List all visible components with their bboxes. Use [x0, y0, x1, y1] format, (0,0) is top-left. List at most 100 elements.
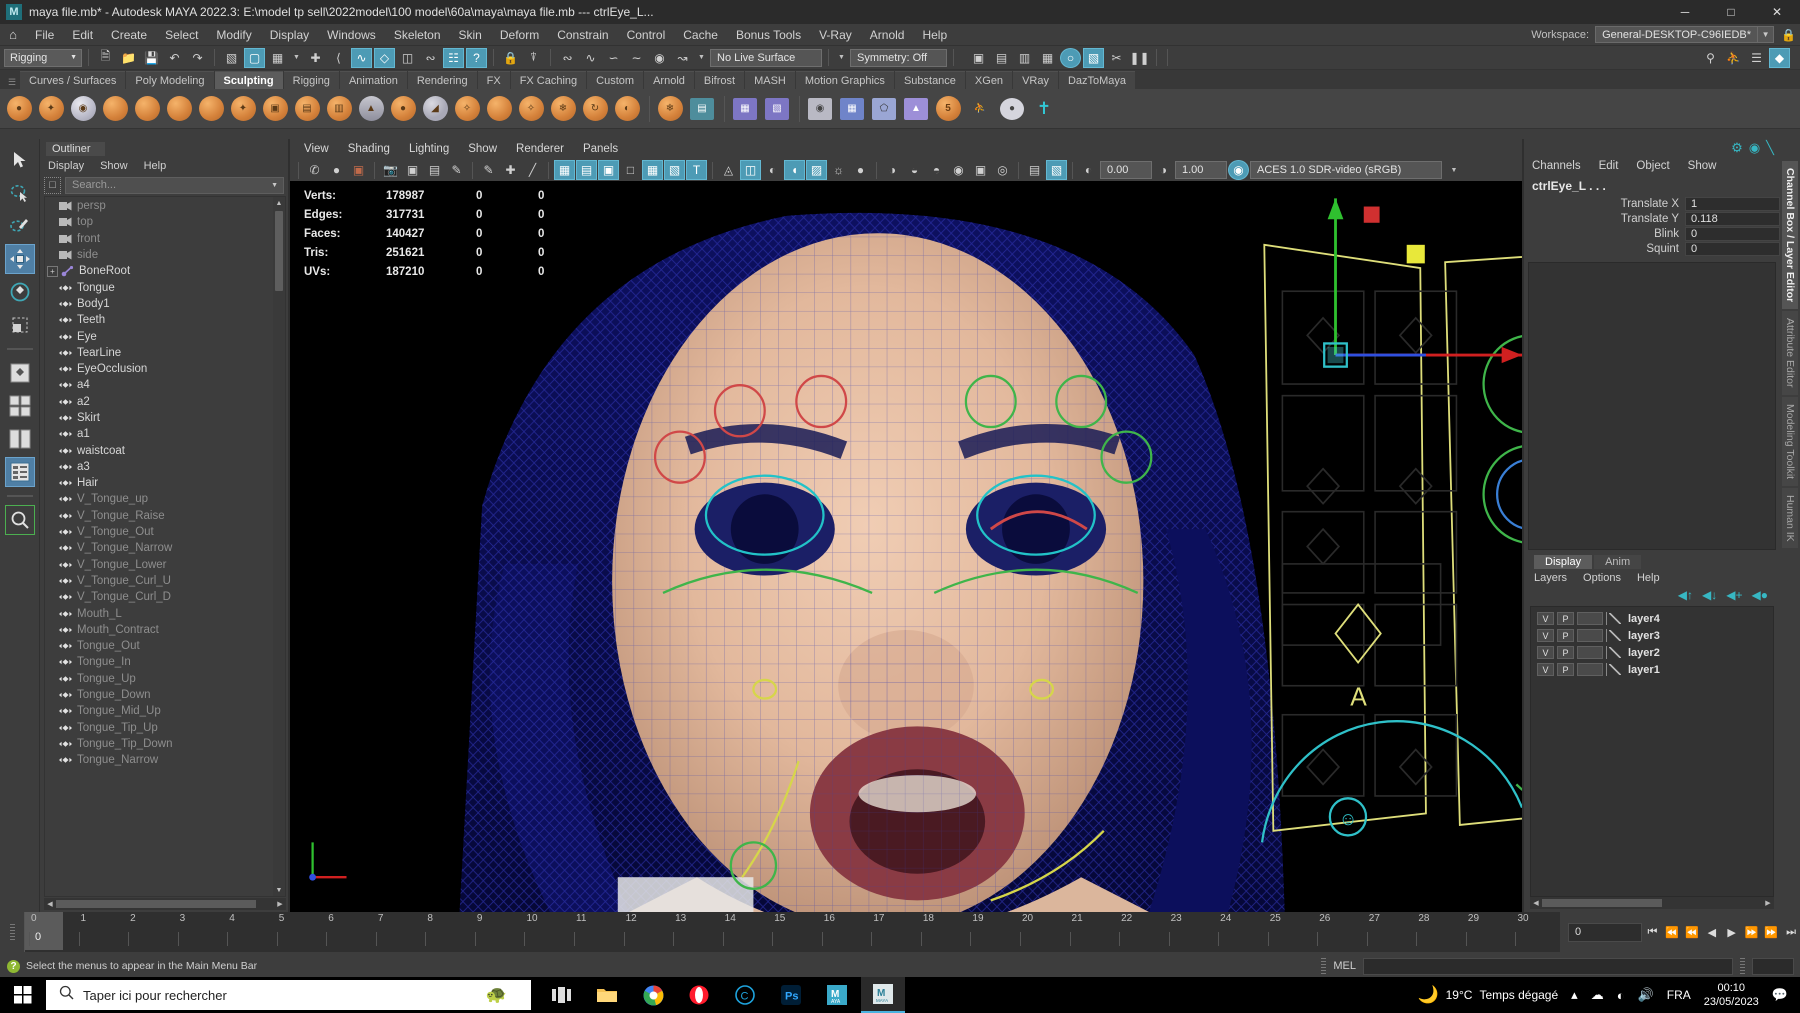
outliner-item-tongue-up[interactable]: Tongue_Up — [45, 671, 285, 687]
chevron-up-icon[interactable]: ▴ — [1571, 987, 1578, 1003]
channel-row[interactable]: Translate Y 0.118 — [1524, 211, 1780, 226]
select-component-icon[interactable]: ▦ — [267, 48, 288, 68]
menu-constrain[interactable]: Constrain — [548, 24, 617, 46]
human-ik-icon[interactable]: ⛹ — [1723, 48, 1744, 68]
grease-pencil-icon[interactable]: ✎ — [446, 160, 467, 180]
menu-create[interactable]: Create — [102, 24, 156, 46]
two-d-pan-zoom-icon[interactable]: ▤ — [424, 160, 445, 180]
current-frame-field[interactable]: 0 — [1568, 922, 1642, 942]
outliner-item-tongue-out[interactable]: Tongue_Out — [45, 638, 285, 654]
menu-vray[interactable]: V-Ray — [810, 24, 861, 46]
channel-menu-edit[interactable]: Edit — [1599, 160, 1619, 172]
shelf-tab-fx-caching[interactable]: FX Caching — [510, 71, 587, 89]
channel-row[interactable]: Blink 0 — [1524, 226, 1780, 241]
bookmark-camera-icon[interactable]: ▣ — [348, 160, 369, 180]
expand-toggle-icon[interactable]: + — [47, 265, 58, 277]
input-connections-icon[interactable]: ∾ — [557, 48, 578, 68]
lock-icon[interactable]: 🔒 — [1781, 28, 1796, 42]
relax-tool-icon[interactable]: ◉ — [68, 93, 98, 125]
outliner-item-persp[interactable]: persp — [45, 198, 285, 214]
five-icon[interactable]: 5 — [933, 93, 963, 125]
layer-playback-toggle[interactable]: P — [1557, 612, 1574, 625]
workspace-value[interactable]: General-DESKTOP-C96IEDB* — [1595, 26, 1759, 43]
outliner-item-v-tongue-curl-u[interactable]: V_Tongue_Curl_U — [45, 573, 285, 589]
gate-mask-icon[interactable]: □ — [620, 160, 641, 180]
flatten-tool-icon[interactable] — [164, 93, 194, 125]
layer-name[interactable]: layer3 — [1628, 630, 1660, 642]
layer-name[interactable]: layer4 — [1628, 613, 1660, 625]
step-forward-keyframe-icon[interactable]: ⏩ — [1762, 922, 1780, 942]
chevron-down-icon[interactable]: ▼ — [1758, 26, 1775, 43]
vtab-human-ik[interactable]: Human IK — [1782, 487, 1798, 549]
select-hierarchy-icon[interactable]: ▧ — [221, 48, 242, 68]
three-pane-layout-icon[interactable] — [5, 424, 35, 454]
outliner-item-v-tongue-raise[interactable]: V_Tongue_Raise — [45, 508, 285, 524]
outliner-horizontal-scrollbar[interactable]: ◀ ▶ — [44, 898, 286, 910]
home-icon[interactable]: ⌂ — [0, 27, 26, 42]
opera-icon[interactable] — [677, 977, 721, 1013]
repeat-tool-icon[interactable]: ▣ — [260, 93, 290, 125]
rotate-tool-icon[interactable] — [5, 277, 35, 307]
menu-cache[interactable]: Cache — [674, 24, 727, 46]
channel-row[interactable]: Squint 0 — [1524, 241, 1780, 256]
wax-tool-icon[interactable]: ▥ — [324, 93, 354, 125]
redo-icon[interactable]: ↷ — [187, 48, 208, 68]
go-to-start-icon[interactable]: ⏮ — [1644, 922, 1662, 942]
shelf-tab-motion-graphics[interactable]: Motion Graphics — [795, 71, 894, 89]
menu-modify[interactable]: Modify — [207, 24, 260, 46]
gamma-icon[interactable]: ◑ — [1153, 160, 1174, 180]
outliner-item-hair[interactable]: Hair — [45, 475, 285, 491]
channel-menu-show[interactable]: Show — [1688, 160, 1717, 172]
history-curve-icon[interactable]: ↝ — [672, 48, 693, 68]
depth-of-field-icon[interactable]: ◎ — [992, 160, 1013, 180]
search-tool-icon[interactable] — [4, 505, 35, 535]
maya-active-icon[interactable]: M MAYA — [861, 977, 905, 1013]
shelf-tab-bifrost[interactable]: Bifrost — [694, 71, 745, 89]
time-slider-track[interactable]: 0 0 1 2 3 4 5 6 7 8 9 10 11 12 13 14 15 16 17 18 19 20 21 22 23… — [24, 912, 1560, 952]
film-gate-icon[interactable]: ▤ — [576, 160, 597, 180]
turtle-icon[interactable]: 🐢 — [486, 985, 507, 1005]
convert-tool-icon[interactable]: ↻ — [580, 93, 610, 125]
shelf-tab-rigging[interactable]: Rigging — [283, 71, 339, 89]
single-pane-layout-icon[interactable] — [5, 358, 35, 388]
xray-joints-icon[interactable]: ☼ — [828, 160, 849, 180]
rendering-flags-icon[interactable]: ✂ — [1106, 48, 1127, 68]
outliner-item-v-tongue-up[interactable]: V_Tongue_up — [45, 491, 285, 507]
layer-row[interactable]: V P layer2 — [1531, 644, 1773, 661]
shelf-tab-mash[interactable]: MASH — [745, 71, 795, 89]
outliner-item-a3[interactable]: a3 — [45, 459, 285, 475]
graph-editor-icon[interactable]: ╲ — [1766, 140, 1774, 156]
outliner-tree[interactable]: persp top front side + BoneRoot Tongue Body1 Tee… — [44, 196, 286, 897]
ipr-render-icon[interactable]: ▤ — [991, 48, 1012, 68]
outliner-item-a4[interactable]: a4 — [45, 377, 285, 393]
freeze-selection-icon[interactable]: ❄ — [655, 93, 685, 125]
select-tool-icon[interactable] — [5, 145, 35, 175]
camera-attributes-icon[interactable]: 📷 — [380, 160, 401, 180]
menu-help[interactable]: Help — [913, 24, 956, 46]
uv-editor-icon[interactable]: ▦ — [837, 93, 867, 125]
channel-value[interactable]: 0 — [1685, 241, 1780, 256]
time-slider-grip[interactable] — [0, 912, 24, 952]
safe-title-icon[interactable]: T — [686, 160, 707, 180]
snap-point-icon[interactable]: ∿ — [351, 47, 372, 68]
vtab-modeling-toolkit[interactable]: Modeling Toolkit — [1782, 396, 1798, 486]
viewport-menu-panels[interactable]: Panels — [583, 143, 618, 155]
layer-display-type-box[interactable] — [1577, 663, 1603, 676]
viewport-menu-shading[interactable]: Shading — [348, 143, 390, 155]
display-layer-list[interactable]: V P layer4 V P layer3 V P layer2 V P lay… — [1530, 606, 1774, 897]
volume-icon[interactable]: 🔊 — [1638, 987, 1654, 1003]
clock[interactable]: 00:10 23/05/2023 — [1704, 981, 1759, 1009]
viewport-menu-show[interactable]: Show — [468, 143, 497, 155]
create-new-layer-icon[interactable]: ◀+ — [1726, 588, 1742, 602]
attribute-editor-toggle-icon[interactable]: ☰ — [1746, 48, 1767, 68]
shelf-tab-vray[interactable]: VRay — [1013, 71, 1058, 89]
layer-row[interactable]: V P layer3 — [1531, 627, 1773, 644]
undo-icon[interactable]: ↶ — [164, 48, 185, 68]
outliner-item-body1[interactable]: Body1 — [45, 296, 285, 312]
weather-widget[interactable]: 🌙 19°C Temps dégagé — [1417, 985, 1558, 1005]
chevron-down-icon[interactable]: ▼ — [1443, 161, 1465, 179]
snap-view-plane-icon[interactable]: ◫ — [397, 48, 418, 68]
scroll-left-icon[interactable]: ◀ — [1530, 897, 1542, 909]
head-icon[interactable]: ● — [997, 93, 1027, 125]
smooth-tool-icon[interactable]: ✦ — [36, 93, 66, 125]
